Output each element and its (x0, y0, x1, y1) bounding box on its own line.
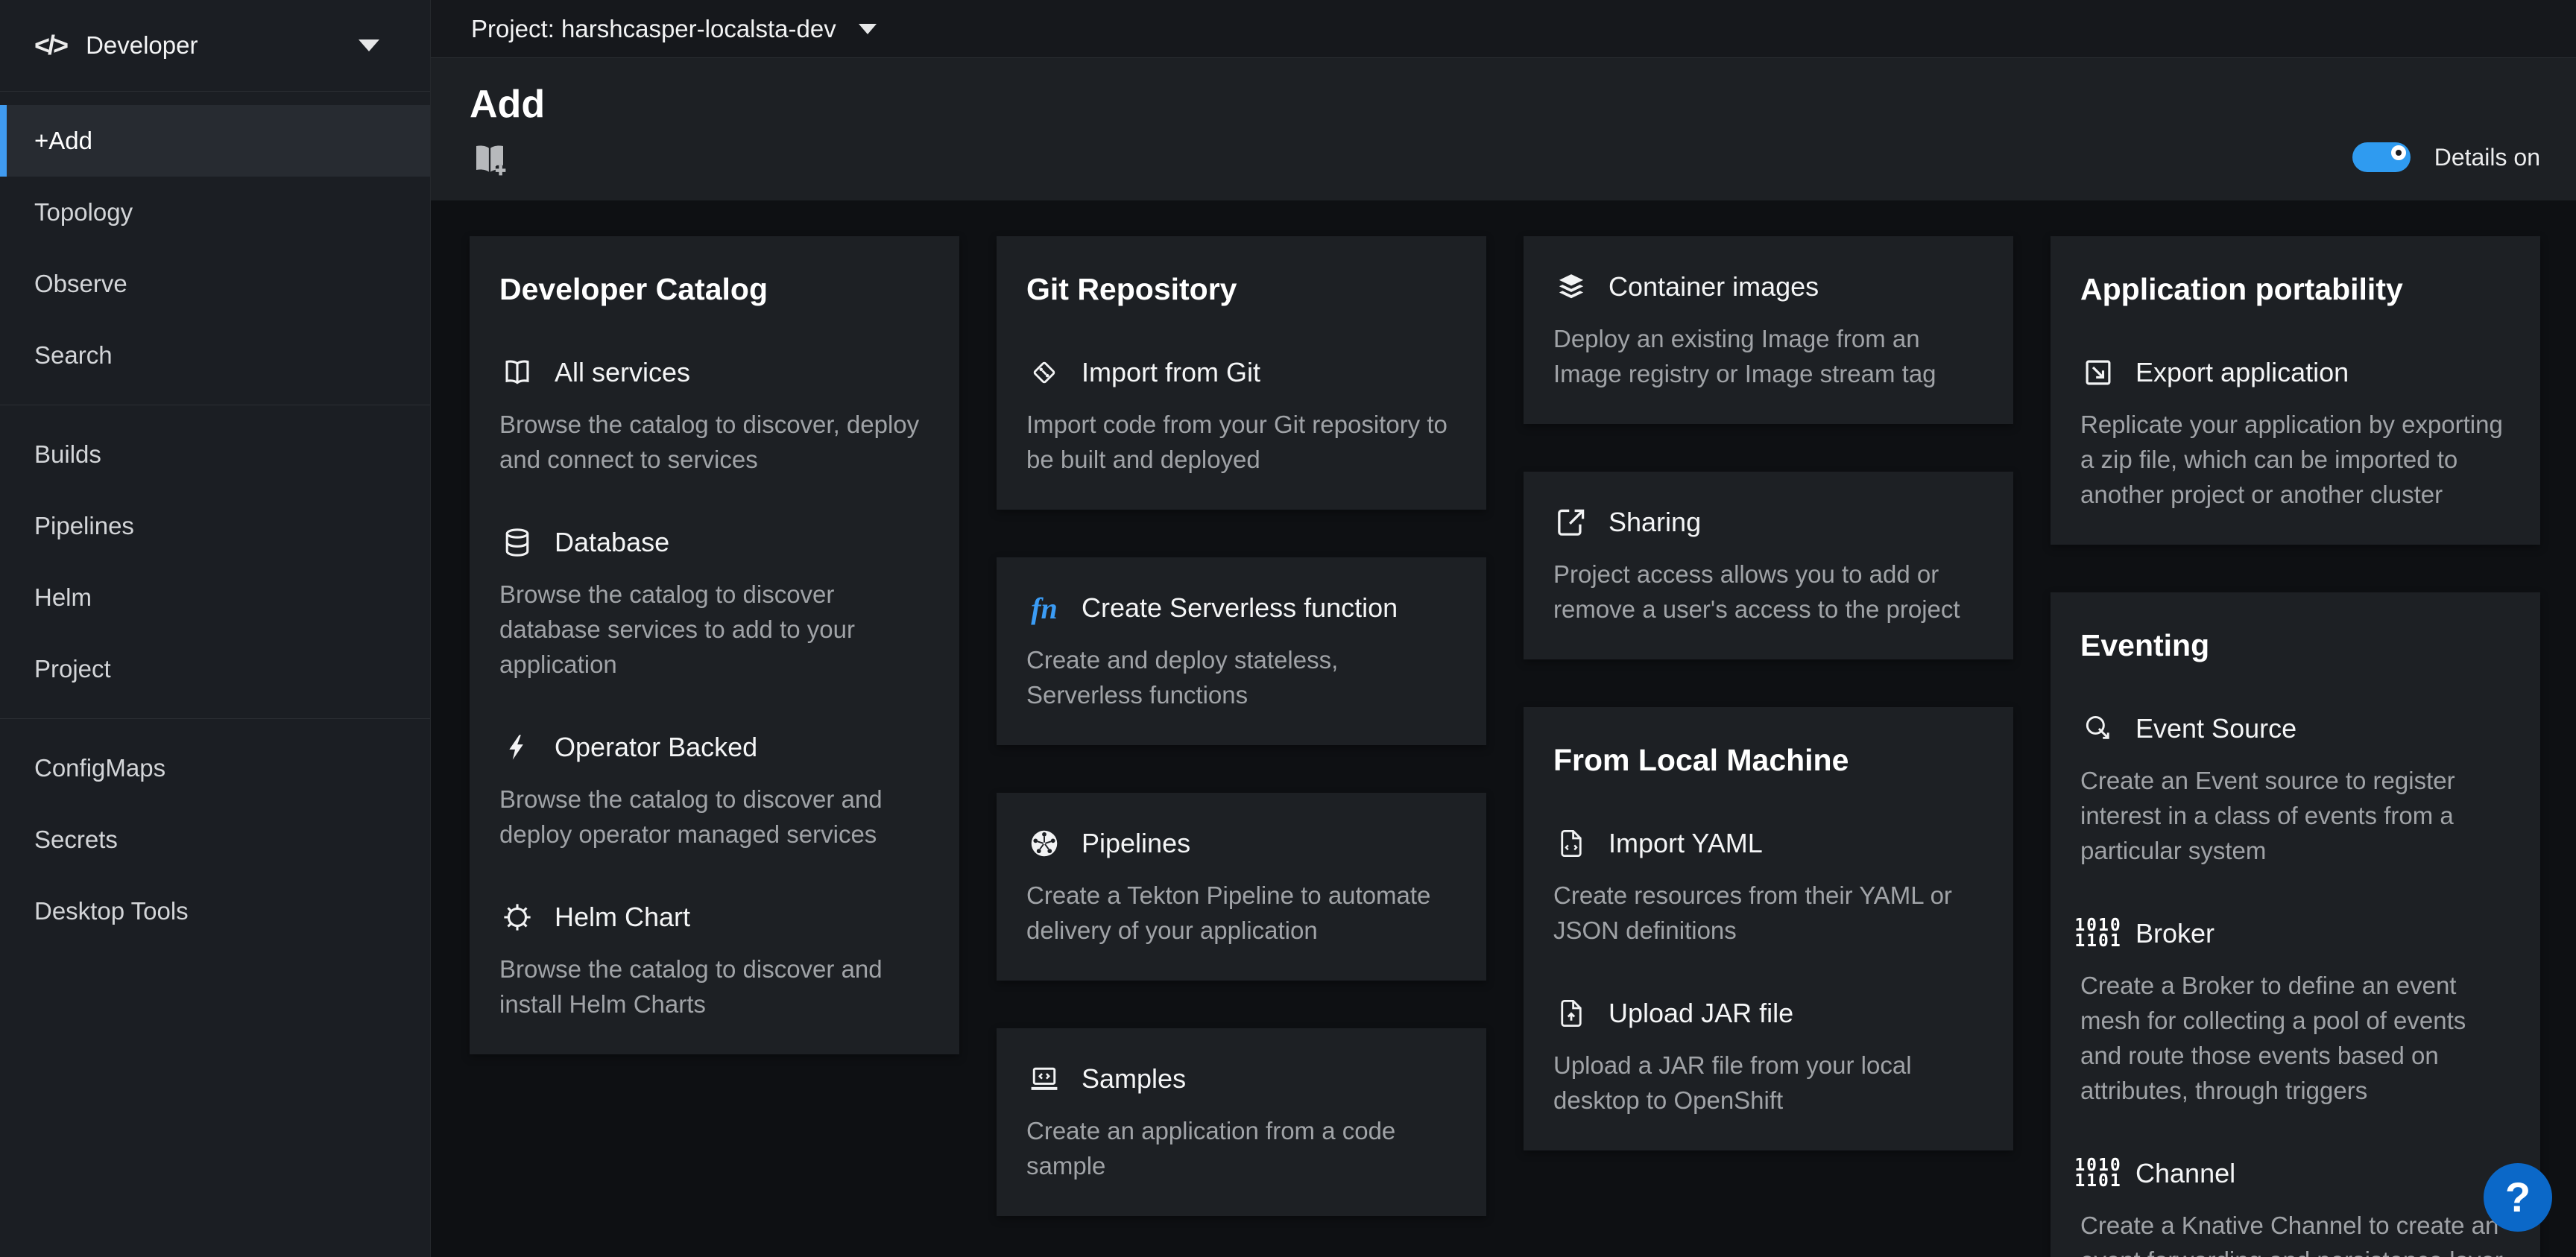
add-option-sharing[interactable]: Sharing Project access allows you to add… (1553, 504, 1983, 627)
card-application-portability: Application portability Export applicati… (2051, 236, 2540, 545)
switch-knob (2391, 145, 2406, 160)
nav-divider (0, 718, 430, 719)
card-git-repository: Git Repository Import (997, 236, 1486, 510)
card-developer-catalog: Developer Catalog All services Bro (470, 236, 959, 1054)
add-option-operator-backed[interactable]: Operator Backed Browse the catalog to di… (499, 729, 929, 852)
page-header-left: Add (470, 83, 545, 180)
chevron-down-icon (859, 24, 877, 34)
laptop-code-icon (1026, 1061, 1062, 1097)
layers-icon (1553, 269, 1589, 305)
add-option-pipelines[interactable]: Pipelines Create a Tekton Pipeline to au… (1026, 826, 1456, 948)
openshift-developer-console: </> Developer +Add Topology Observe Sear… (0, 0, 2576, 1257)
card-title: From Local Machine (1553, 743, 1983, 778)
card-serverless-function: fn Create Serverless function Create and… (997, 557, 1486, 745)
add-option-container-images[interactable]: Container images Deploy an existing Imag… (1553, 269, 1983, 391)
quickstarts-book-plus-icon[interactable] (470, 139, 510, 180)
add-option-broker[interactable]: 10101101 Broker Create a Broker to defin… (2080, 916, 2510, 1108)
add-option-database[interactable]: Database Browse the catalog to discover … (499, 525, 929, 682)
database-icon (499, 525, 535, 560)
sidebar-item-configmaps[interactable]: ConfigMaps (0, 732, 430, 804)
channel-binary-icon: 10101101 (2080, 1156, 2116, 1191)
sidebar-item-secrets[interactable]: Secrets (0, 804, 430, 876)
add-option-event-source[interactable]: Event Source Create an Event source to r… (2080, 711, 2510, 868)
share-icon (1553, 504, 1589, 540)
cards-column-2: Git Repository Import (997, 236, 1486, 1257)
sidebar-item-builds[interactable]: Builds (0, 419, 430, 490)
sidebar-item-add[interactable]: +Add (0, 105, 430, 177)
upload-file-icon (1553, 995, 1589, 1031)
add-option-create-serverless-function[interactable]: fn Create Serverless function Create and… (1026, 590, 1456, 712)
git-icon (1026, 355, 1062, 390)
card-title: Developer Catalog (499, 272, 929, 307)
add-option-export-application[interactable]: Export application Replicate your applic… (2080, 355, 2510, 512)
sidebar-item-pipelines[interactable]: Pipelines (0, 490, 430, 562)
sidebar-item-search[interactable]: Search (0, 320, 430, 391)
sidebar-nav: +Add Topology Observe Search Builds Pipe… (0, 92, 430, 947)
sidebar: </> Developer +Add Topology Observe Sear… (0, 0, 431, 1257)
context-selector-bar: Project: harshcasper-localsta-dev (431, 0, 2576, 58)
tekton-pipeline-icon (1026, 826, 1062, 861)
export-icon (2080, 355, 2116, 390)
broker-binary-icon: 10101101 (2080, 916, 2116, 952)
add-option-import-yaml[interactable]: Import YAML Create resources from their … (1553, 826, 1983, 948)
main-area: Project: harshcasper-localsta-dev Add (431, 0, 2576, 1257)
add-option-all-services[interactable]: All services Browse the catalog to disco… (499, 355, 929, 477)
add-option-upload-jar-file[interactable]: Upload JAR file Upload a JAR file from y… (1553, 995, 1983, 1118)
yaml-file-icon (1553, 826, 1589, 861)
card-title: Git Repository (1026, 272, 1456, 307)
perspective-label: Developer (86, 31, 198, 60)
sidebar-item-topology[interactable]: Topology (0, 177, 430, 248)
cards-column-3: Container images Deploy an existing Imag… (1524, 236, 2013, 1257)
cards-column-4: Application portability Export applicati… (2051, 236, 2540, 1257)
page-header: Add Details on (431, 58, 2576, 200)
details-toggle-group: Details on (2352, 142, 2540, 172)
card-container-images: Container images Deploy an existing Imag… (1524, 236, 2013, 424)
card-sharing: Sharing Project access allows you to add… (1524, 472, 2013, 659)
sidebar-item-helm[interactable]: Helm (0, 562, 430, 633)
card-from-local-machine: From Local Machine Import YAML (1524, 707, 2013, 1150)
help-button[interactable]: ? (2484, 1163, 2552, 1232)
sidebar-item-observe[interactable]: Observe (0, 248, 430, 320)
project-selector-label: Project: harshcasper-localsta-dev (471, 15, 836, 43)
book-icon (499, 355, 535, 390)
add-option-helm-chart[interactable]: Helm Chart Browse the catalog to discove… (499, 899, 929, 1022)
add-option-channel[interactable]: 10101101 Channel Create a Knative Channe… (2080, 1156, 2510, 1257)
perspective-switcher[interactable]: </> Developer (0, 0, 430, 92)
details-toggle-label: Details on (2434, 144, 2540, 171)
add-cards-grid: Developer Catalog All services Bro (431, 200, 2576, 1257)
card-title: Application portability (2080, 272, 2510, 307)
cards-column-1: Developer Catalog All services Bro (470, 236, 959, 1257)
project-selector[interactable]: Project: harshcasper-localsta-dev (471, 15, 877, 43)
card-pipelines: Pipelines Create a Tekton Pipeline to au… (997, 793, 1486, 981)
page-title: Add (470, 83, 545, 126)
card-title: Eventing (2080, 628, 2510, 663)
event-source-icon (2080, 711, 2116, 747)
card-eventing: Eventing Event Source (2051, 592, 2540, 1257)
serverless-fn-icon: fn (1026, 590, 1062, 626)
bolt-icon (499, 729, 535, 765)
add-option-samples[interactable]: Samples Create an application from a cod… (1026, 1061, 1456, 1183)
sidebar-item-project[interactable]: Project (0, 633, 430, 705)
card-samples: Samples Create an application from a cod… (997, 1028, 1486, 1216)
add-option-import-from-git[interactable]: Import from Git Import code from your Gi… (1026, 355, 1456, 477)
details-switch[interactable] (2352, 142, 2411, 172)
chevron-down-icon (359, 39, 379, 51)
helm-wheel-icon (499, 899, 535, 935)
sidebar-item-desktop-tools[interactable]: Desktop Tools (0, 876, 430, 947)
code-icon: </> (34, 30, 66, 61)
